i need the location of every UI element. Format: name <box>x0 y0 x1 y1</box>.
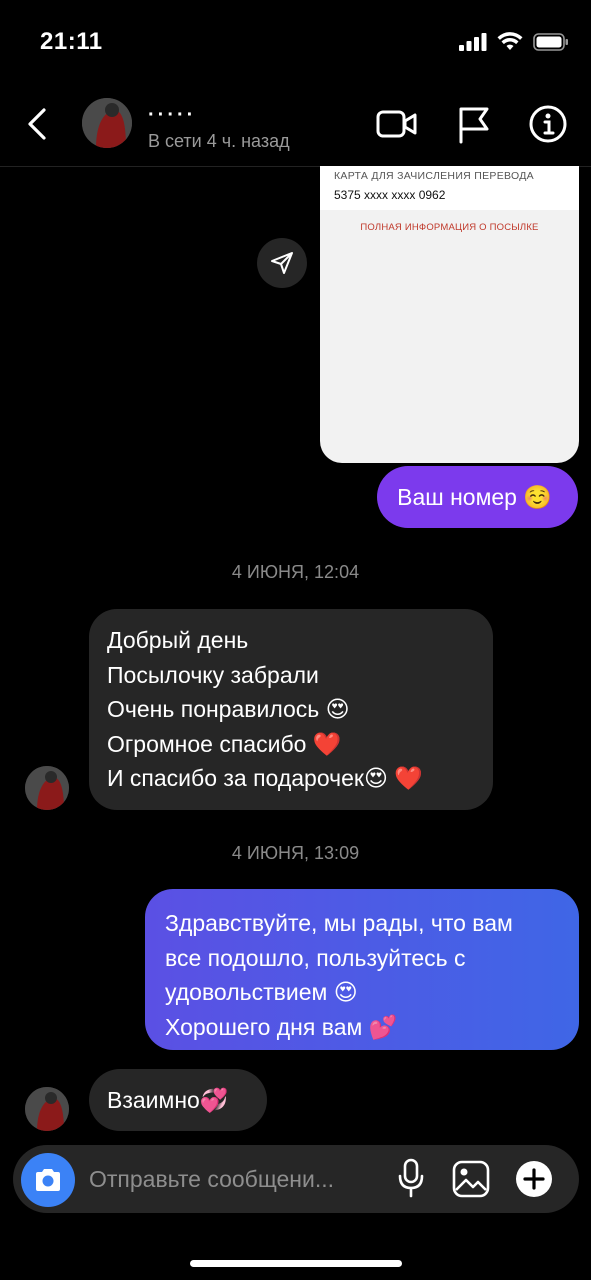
message-incoming[interactable]: Взаимно💞 <box>89 1069 267 1131</box>
avatar[interactable] <box>82 98 132 148</box>
back-icon[interactable] <box>22 104 54 144</box>
message-line: Хорошего дня вам 💕 <box>165 1013 398 1040</box>
wifi-icon <box>497 32 523 50</box>
avatar[interactable] <box>25 1087 69 1131</box>
message-line: Здравствуйте, мы рады, что вам <box>165 910 513 936</box>
card-number: 5375 xxxx xxxx 0962 <box>334 188 446 202</box>
share-button[interactable] <box>257 238 307 288</box>
message-line: все подошло, пользуйтесь с <box>165 944 466 971</box>
flag-icon[interactable] <box>452 102 496 146</box>
message-line: удовольствием 😍 <box>165 979 358 1005</box>
status-time: 21:11 <box>40 28 103 55</box>
message-text: Ваш номер ☺️ <box>397 483 552 510</box>
card-info-link[interactable]: ПОЛНАЯ ИНФОРМАЦИЯ О ПОСЫЛКЕ <box>320 222 579 233</box>
shared-post-card[interactable]: КАРТА ДЛЯ ЗАЧИСЛЕНИЯ ПЕРЕВОДА 5375 xxxx … <box>320 166 579 463</box>
message-input[interactable]: Отправьте сообщени... <box>89 1166 334 1193</box>
battery-icon <box>533 33 568 51</box>
message-incoming[interactable]: Добрый день Посылочку забрали Очень понр… <box>89 609 493 810</box>
message-line: Огромное спасибо ❤️ <box>107 730 342 757</box>
add-icon[interactable] <box>514 1159 554 1199</box>
gallery-icon[interactable] <box>451 1159 491 1199</box>
message-text: Взаимно💞 <box>107 1086 229 1113</box>
message-line: Посылочку забрали <box>107 661 319 688</box>
message-line: Добрый день <box>107 627 249 653</box>
timestamp: 4 ИЮНЯ, 12:04 <box>231 562 360 582</box>
username[interactable]: ····· <box>148 104 196 127</box>
message-outgoing[interactable]: Здравствуйте, мы рады, что вам все подош… <box>145 889 579 1050</box>
avatar[interactable] <box>25 766 69 810</box>
camera-icon <box>36 1169 60 1191</box>
info-icon[interactable] <box>526 102 570 146</box>
video-call-icon[interactable] <box>375 102 419 146</box>
microphone-icon[interactable] <box>396 1158 426 1200</box>
message-line: И спасибо за подарочек😍 ❤️ <box>107 765 423 791</box>
user-status: В сети 4 ч. назад <box>148 131 290 151</box>
card-caption: КАРТА ДЛЯ ЗАЧИСЛЕНИЯ ПЕРЕВОДА <box>334 170 534 182</box>
status-icons <box>459 32 569 52</box>
camera-button[interactable] <box>21 1153 75 1207</box>
message-outgoing[interactable]: Ваш номер ☺️ <box>377 466 578 528</box>
home-indicator <box>190 1260 402 1267</box>
timestamp: 4 ИЮНЯ, 13:09 <box>231 843 360 863</box>
paper-plane-icon <box>271 252 293 274</box>
message-line: Очень понравилось 😍 <box>107 696 350 722</box>
signal-icon <box>459 33 487 51</box>
